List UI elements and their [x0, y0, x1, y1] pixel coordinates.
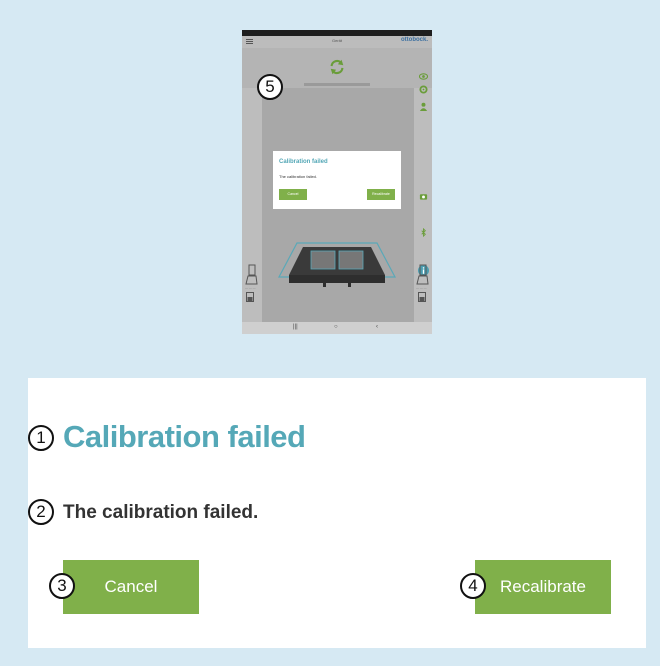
recent-apps-button[interactable]: ||| [293, 324, 298, 330]
callout-4: 4 [460, 573, 486, 599]
sync-progress [304, 83, 370, 86]
right-value-label: — — — [416, 286, 427, 290]
left-value-label: — — — [245, 286, 256, 290]
screenshot-dialog-title: Calibration failed [279, 159, 328, 165]
screenshot-cancel-button[interactable]: Cancel [279, 189, 307, 200]
right-toolbar: — — — [414, 73, 432, 322]
callout-1: 1 [28, 425, 54, 451]
platform-device-illustration [278, 242, 396, 287]
dialog-title: Calibration failed [63, 419, 306, 454]
dialog-message: The calibration failed. [63, 502, 259, 523]
user-icon[interactable] [419, 102, 428, 111]
bluetooth-icon[interactable] [419, 228, 428, 237]
screenshot-dialog-message: The calibration failed. [279, 174, 318, 179]
system-nav-bar: ||| ○ ‹ [242, 322, 432, 334]
foot-sensor-icon [245, 264, 258, 285]
menu-icon[interactable] [246, 39, 253, 44]
callout-3: 3 [49, 573, 75, 599]
callout-2: 2 [28, 499, 54, 525]
foot-sensor-icon [416, 264, 429, 285]
left-panel: — — — [242, 88, 262, 322]
camera-icon[interactable] [419, 192, 428, 201]
back-button[interactable]: ‹ [376, 324, 378, 330]
gear-icon[interactable] [419, 85, 428, 94]
callout-5: 5 [257, 74, 283, 100]
eye-icon[interactable] [419, 72, 428, 81]
screenshot-dialog: Calibration failed The calibration faile… [273, 151, 401, 209]
battery-icon [418, 292, 426, 302]
sync-icon[interactable] [328, 58, 346, 76]
screenshot-recalibrate-button[interactable]: Recalibrate [367, 189, 395, 200]
brand-logo: ottobock. [401, 37, 428, 43]
app-bar: Gerät ottobock. [242, 36, 432, 48]
calibration-dialog: 1 Calibration failed 2 The calibration f… [28, 378, 646, 648]
recalibrate-button[interactable]: Recalibrate [475, 560, 611, 614]
device-name: Gerät [331, 38, 342, 43]
home-button[interactable]: ○ [334, 324, 338, 330]
battery-icon [246, 292, 254, 302]
cancel-button[interactable]: Cancel [63, 560, 199, 614]
